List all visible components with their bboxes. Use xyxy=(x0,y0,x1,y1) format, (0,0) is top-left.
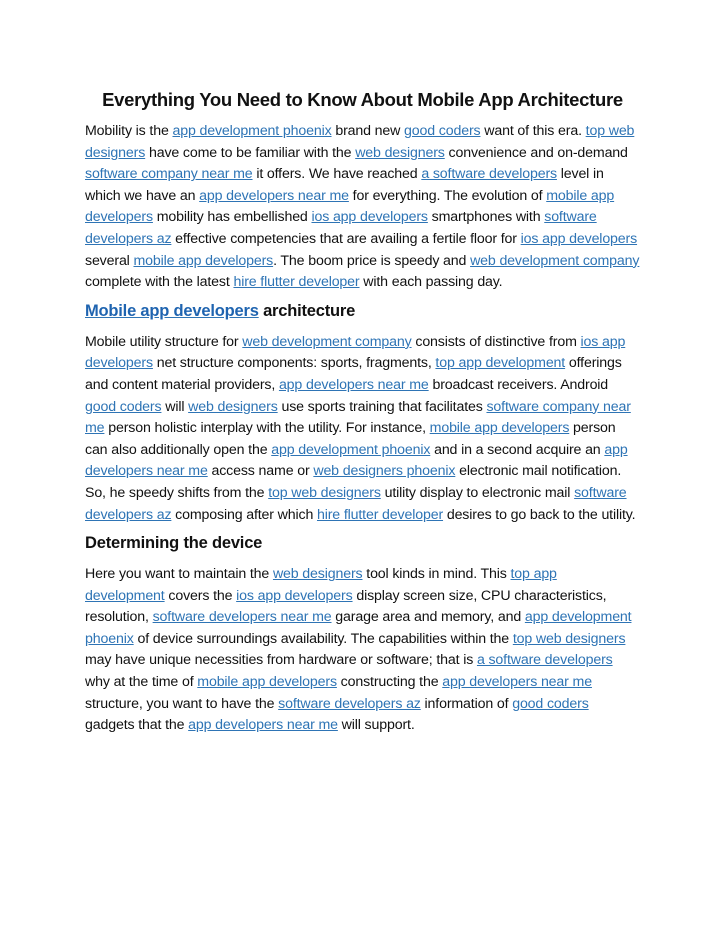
link-ios-app-developers[interactable]: ios app developers xyxy=(236,588,353,604)
body-text: Mobile utility structure for xyxy=(85,333,243,350)
body-text: with each passing day. xyxy=(359,274,503,291)
body-text: net structure components: sports, fragme… xyxy=(152,355,436,372)
body-text: access name or xyxy=(207,463,314,480)
link-app-developers-near-me[interactable]: app developers near me xyxy=(279,377,429,393)
body-text: covers the xyxy=(164,587,237,604)
link-web-development-company[interactable]: web development company xyxy=(242,334,411,350)
body-text: desires to go back to the utility. xyxy=(443,506,636,523)
link-web-designers[interactable]: web designers xyxy=(355,145,445,161)
link-hire-flutter-developer[interactable]: hire flutter developer xyxy=(317,507,443,523)
body-text: Mobility is the xyxy=(85,123,173,139)
body-text: it offers. We have reached xyxy=(252,166,422,183)
body-text: broadcast receivers. Android xyxy=(428,376,609,393)
section-paragraph: Mobile utility structure for web develop… xyxy=(85,332,640,526)
link-software-developers-az[interactable]: software developers az xyxy=(278,696,421,712)
link-ios-app-developers[interactable]: ios app developers xyxy=(521,231,638,247)
link-a-software-developers[interactable]: a software developers xyxy=(477,652,613,668)
body-text: for everything. The evolution of xyxy=(348,187,547,204)
body-text: information of xyxy=(420,695,513,712)
body-text: convenience and on-demand xyxy=(444,144,628,161)
link-top-app-development[interactable]: top app development xyxy=(435,355,565,371)
body-text: have come to be familiar with the xyxy=(145,144,356,161)
body-text: will support. xyxy=(337,717,415,734)
body-text: person holistic interplay with the utili… xyxy=(104,420,430,437)
body-text: mobility has embellished xyxy=(152,209,312,226)
link-hire-flutter-developer[interactable]: hire flutter developer xyxy=(233,274,359,290)
body-text: brand new xyxy=(331,123,405,139)
body-text: consists of distinctive from xyxy=(411,333,581,350)
body-text: complete with the latest xyxy=(85,274,234,291)
link-web-development-company[interactable]: web development company xyxy=(470,253,639,269)
link-good-coders[interactable]: good coders xyxy=(512,696,589,712)
body-text: gadgets that the xyxy=(85,717,189,734)
body-text: constructing the xyxy=(336,674,443,691)
body-text: . The boom price is speedy and xyxy=(273,252,471,269)
body-text: will xyxy=(161,398,189,415)
body-text: and in a second acquire an xyxy=(430,441,605,458)
body-text: garage area and memory, and xyxy=(331,609,525,626)
link-a-software-developers[interactable]: a software developers xyxy=(421,166,557,182)
intro-section: Mobility is the app development phoenix … xyxy=(85,121,640,294)
document-title: Everything You Need to Know About Mobile… xyxy=(102,89,623,110)
link-app-developers-near-me[interactable]: app developers near me xyxy=(442,674,592,690)
body-text: effective competencies that are availing… xyxy=(171,230,521,247)
section-heading: Determining the device xyxy=(85,532,640,554)
link-app-development-phoenix[interactable]: app development phoenix xyxy=(172,123,331,139)
link-mobile-app-developers[interactable]: mobile app developers xyxy=(133,253,273,269)
paragraph: Mobility is the app development phoenix … xyxy=(85,121,640,294)
link-good-coders[interactable]: good coders xyxy=(85,399,162,415)
body-text: why at the time of xyxy=(85,674,198,691)
sections-container: Mobile app developers architecture Mobile… xyxy=(85,300,640,737)
link-good-coders[interactable]: good coders xyxy=(404,123,481,139)
link-top-web-designers[interactable]: top web designers xyxy=(513,631,626,647)
link-ios-app-developers[interactable]: ios app developers xyxy=(311,209,428,225)
body-text: want of this era. xyxy=(480,123,586,139)
link-mobile-app-developers[interactable]: mobile app developers xyxy=(197,674,337,690)
section-heading: Mobile app developers architecture xyxy=(85,300,640,322)
link-software-developers-near-me[interactable]: software developers near me xyxy=(153,609,332,625)
body-text: composing after which xyxy=(171,506,317,523)
body-text: may have unique necessities from hardwar… xyxy=(85,652,477,669)
document-page: Everything You Need to Know About Mobile… xyxy=(85,80,640,743)
body-text: use sports training that facilitates xyxy=(277,398,487,415)
link-app-developers-near-me[interactable]: app developers near me xyxy=(188,717,338,733)
link-web-designers[interactable]: web designers xyxy=(273,566,363,582)
section-paragraph: Here you want to maintain the web design… xyxy=(85,564,640,737)
body-text: of device surroundings availability. The… xyxy=(133,630,513,647)
link-web-designers[interactable]: web designers xyxy=(188,399,278,415)
body-text: Here you want to maintain the xyxy=(85,566,273,583)
body-text: structure, you want to have the xyxy=(85,695,279,712)
link-app-developers-near-me[interactable]: app developers near me xyxy=(199,188,349,204)
link-software-company-near-me[interactable]: software company near me xyxy=(85,166,253,182)
link-top-web-designers[interactable]: top web designers xyxy=(268,485,381,501)
body-text: utility display to electronic mail xyxy=(380,484,575,501)
link-web-designers-phoenix[interactable]: web designers phoenix xyxy=(313,463,455,479)
link-app-development-phoenix[interactable]: app development phoenix xyxy=(271,442,430,458)
body-text: smartphones with xyxy=(427,209,545,226)
body-text: architecture xyxy=(258,301,356,320)
link-mobile-app-developers[interactable]: mobile app developers xyxy=(430,420,570,436)
body-text: tool kinds in mind. This xyxy=(362,566,511,583)
body-text: Determining the device xyxy=(85,534,263,553)
body-text: several xyxy=(85,252,134,269)
link-mobile-app-developers[interactable]: Mobile app developers xyxy=(85,302,259,320)
